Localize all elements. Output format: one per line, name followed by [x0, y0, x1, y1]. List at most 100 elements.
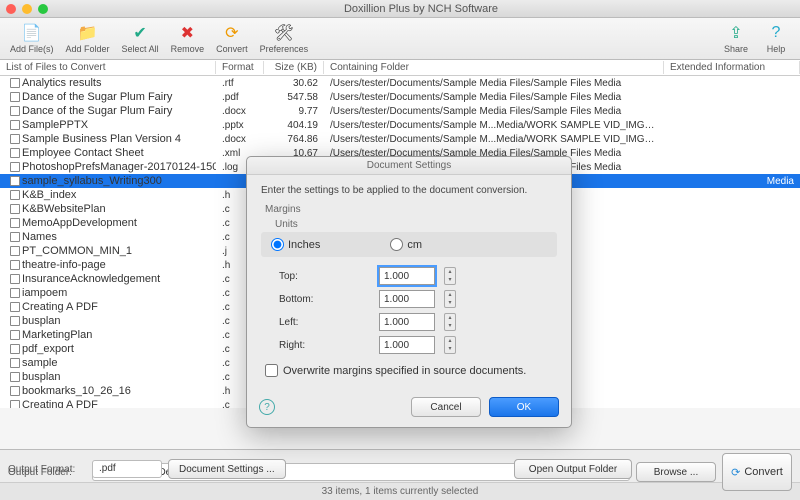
cm-radio[interactable]: cm	[390, 238, 422, 251]
table-row[interactable]: SamplePPTX.pptx404.19/Users/tester/Docum…	[0, 118, 800, 132]
right-input[interactable]	[379, 336, 435, 354]
file-icon	[10, 260, 20, 270]
table-row[interactable]: Analytics results.rtf30.62/Users/tester/…	[0, 76, 800, 90]
file-icon	[10, 386, 20, 396]
table-row[interactable]: Dance of the Sugar Plum Fairy.docx9.77/U…	[0, 104, 800, 118]
close-icon[interactable]	[6, 4, 16, 14]
file-icon	[10, 204, 20, 214]
output-format-select[interactable]: .pdf	[92, 460, 162, 478]
inches-radio-input[interactable]	[271, 238, 284, 251]
overwrite-checkbox[interactable]: Overwrite margins specified in source do…	[265, 364, 557, 377]
left-stepper[interactable]: ▴▾	[444, 313, 456, 331]
file-folder: /Users/tester/Documents/Sample M...Media…	[324, 120, 664, 131]
output-format-label: Output Format:	[8, 464, 86, 475]
help-icon: ?	[766, 23, 786, 43]
file-icon	[10, 176, 20, 186]
cancel-button[interactable]: Cancel	[411, 397, 481, 417]
file-folder: /Users/tester/Documents/Sample Media Fil…	[324, 106, 664, 117]
file-icon	[10, 344, 20, 354]
overwrite-checkbox-input[interactable]	[265, 364, 278, 377]
file-name: MemoAppDevelopment	[22, 217, 137, 229]
file-name: K&B_index	[22, 189, 76, 201]
file-name: sample	[22, 357, 57, 369]
open-output-folder-button[interactable]: Open Output Folder	[514, 459, 632, 479]
file-ext: Media	[664, 176, 800, 187]
file-size: 404.19	[264, 120, 324, 131]
dialog-help-icon[interactable]: ?	[259, 399, 275, 415]
file-folder: /Users/tester/Documents/Sample Media Fil…	[324, 92, 664, 103]
file-name: Names	[22, 231, 57, 243]
file-name: InsuranceAcknowledgement	[22, 273, 160, 285]
convert-button[interactable]: ⟳Convert	[210, 21, 254, 56]
file-size: 547.58	[264, 92, 324, 103]
window-controls	[6, 4, 48, 14]
file-icon	[10, 372, 20, 382]
file-folder: /Users/tester/Documents/Sample M...Media…	[324, 134, 664, 145]
convert-icon: ⟳	[731, 466, 740, 479]
file-icon	[10, 330, 20, 340]
file-icon	[10, 106, 20, 116]
file-name: PT_COMMON_MIN_1	[22, 245, 132, 257]
ok-button[interactable]: OK	[489, 397, 559, 417]
table-row[interactable]: Dance of the Sugar Plum Fairy.pdf547.58/…	[0, 90, 800, 104]
table-row[interactable]: Sample Business Plan Version 4.docx764.8…	[0, 132, 800, 146]
file-icon	[10, 246, 20, 256]
file-folder: /Users/tester/Documents/Sample Media Fil…	[324, 78, 664, 89]
convert-icon: ⟳	[222, 23, 242, 43]
list-header: List of Files to Convert Format Size (KB…	[0, 60, 800, 76]
add-files-button[interactable]: 📄Add File(s)	[4, 21, 60, 56]
document-settings-dialog: Document Settings Enter the settings to …	[246, 156, 572, 428]
inches-radio[interactable]: Inches	[271, 238, 320, 251]
file-icon	[10, 148, 20, 158]
file-icon	[10, 78, 20, 88]
file-name: MarketingPlan	[22, 329, 92, 341]
window-title: Doxillion Plus by NCH Software	[48, 3, 794, 15]
add-folder-icon: 📁	[78, 23, 98, 43]
col-size[interactable]: Size (KB)	[264, 61, 324, 74]
file-name: iampoem	[22, 287, 67, 299]
share-button[interactable]: ⇪Share	[716, 21, 756, 56]
file-name: Dance of the Sugar Plum Fairy	[22, 91, 172, 103]
file-icon	[10, 400, 20, 408]
top-stepper[interactable]: ▴▾	[444, 267, 456, 285]
maximize-icon[interactable]	[38, 4, 48, 14]
left-label: Left:	[279, 317, 369, 328]
document-settings-button[interactable]: Document Settings ...	[168, 459, 286, 479]
convert-main-button[interactable]: ⟳Convert	[722, 453, 792, 491]
minimize-icon[interactable]	[22, 4, 32, 14]
browse-button[interactable]: Browse ...	[636, 462, 716, 482]
col-name[interactable]: List of Files to Convert	[0, 61, 216, 74]
col-format[interactable]: Format	[216, 61, 264, 74]
col-folder[interactable]: Containing Folder	[324, 61, 664, 74]
file-name: busplan	[22, 315, 61, 327]
top-input[interactable]	[379, 267, 435, 285]
col-ext[interactable]: Extended Information	[664, 61, 800, 74]
file-icon	[10, 134, 20, 144]
file-name: Dance of the Sugar Plum Fairy	[22, 105, 172, 117]
bottom-input[interactable]	[379, 290, 435, 308]
file-name: sample_syllabus_Writing300	[22, 175, 162, 187]
left-input[interactable]	[379, 313, 435, 331]
status-bar: 33 items, 1 items currently selected	[0, 482, 800, 500]
file-format: .pptx	[216, 120, 264, 131]
add-file-icon: 📄	[22, 23, 42, 43]
file-name: Creating A PDF	[22, 301, 98, 313]
dialog-description: Enter the settings to be applied to the …	[261, 185, 557, 196]
cm-radio-input[interactable]	[390, 238, 403, 251]
file-name: theatre-info-page	[22, 259, 106, 271]
file-icon	[10, 218, 20, 228]
toolbar: 📄Add File(s) 📁Add Folder ✔Select All ✖Re…	[0, 18, 800, 60]
right-stepper[interactable]: ▴▾	[444, 336, 456, 354]
file-size: 30.62	[264, 78, 324, 89]
dialog-title: Document Settings	[247, 157, 571, 175]
preferences-button[interactable]: 🛠Preferences	[254, 21, 315, 56]
select-all-icon: ✔	[130, 23, 150, 43]
file-icon	[10, 120, 20, 130]
add-folder-button[interactable]: 📁Add Folder	[60, 21, 116, 56]
file-name: bookmarks_10_26_16	[22, 385, 131, 397]
margins-group-label: Margins	[265, 204, 557, 215]
remove-button[interactable]: ✖Remove	[165, 21, 211, 56]
bottom-stepper[interactable]: ▴▾	[444, 290, 456, 308]
help-button[interactable]: ?Help	[756, 21, 796, 56]
select-all-button[interactable]: ✔Select All	[116, 21, 165, 56]
